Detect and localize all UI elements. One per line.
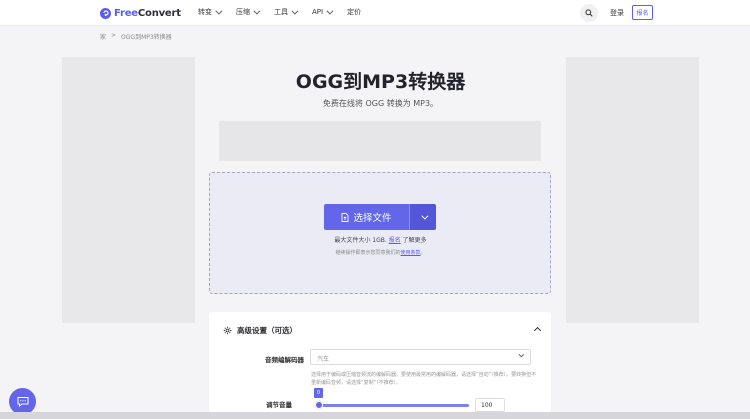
terms-text: 继续操作即表示您同意我们的 [335,250,401,256]
nav-label: 定价 [347,8,362,16]
chevron-down-icon [291,7,299,15]
chevron-down-icon [420,212,428,220]
volume-input[interactable]: 100 [475,398,505,412]
breadcrumb-current: OGG到MP3转换器 [121,34,172,41]
codec-selected-value: 汽车 [317,356,330,363]
logo[interactable]: FreeConvert [100,6,181,20]
nav-convert[interactable]: 转变 [198,7,223,17]
chevron-down-icon [215,7,223,15]
advanced-settings-panel: 高级设置（可选） 音频编解码器 汽车 选择用于编码或压缩音频流的编解码器。要使用… [209,312,551,419]
terms-notice: 继续操作即表示您同意我们的使用条款。 [195,249,566,256]
nav-label: 工具 [274,8,288,16]
limit-suffix: 了解更多 [400,237,427,244]
ad-slot-right [566,57,699,323]
gear-icon [223,326,232,335]
volume-slider-handle[interactable] [315,401,323,409]
advanced-settings-title: 高级设置（可选） [237,326,297,335]
volume-slider-badge: 0 [314,388,323,398]
taskbar [0,412,750,419]
codec-label: 音频编解码器 [265,356,304,364]
choose-file-label: 选择文件 [353,213,392,224]
page-title: OGG到MP3转换器 [295,71,466,93]
login-link[interactable]: 登录 [610,8,624,18]
chevron-down-icon [326,7,334,15]
breadcrumb-home[interactable]: 家 [100,32,106,41]
breadcrumb: 家 > OGG到MP3转换器 [100,32,172,41]
breadcrumb-separator: > [111,32,117,39]
ad-slot-left [62,57,195,323]
choose-file-button[interactable]: 选择文件 [324,204,409,230]
volume-slider-track[interactable] [317,404,469,407]
volume-label: 调节音量 [266,401,292,409]
limit-signup-link[interactable]: 报名 [389,237,401,244]
logo-text: FreeConvert [114,8,181,19]
page-subtitle: 免费在线将 OGG 转换为 MP3。 [322,99,439,108]
choose-file-group: 选择文件 [324,204,436,230]
file-icon [342,212,349,222]
nav-label: API [312,8,324,16]
file-size-limit: 最大文件大小 1GB. 报名 了解更多 [195,235,566,244]
nav-label: 转变 [198,8,212,16]
ad-banner [219,121,541,161]
logo-convert: Convert [137,7,181,19]
search-button[interactable] [580,4,598,22]
chevron-up-icon[interactable] [533,326,542,335]
nav-tools[interactable]: 工具 [274,7,299,17]
chat-icon [17,397,28,407]
terms-suffix: 。 [420,250,426,256]
limit-text: 最大文件大小 1GB. [334,237,387,244]
upload-dropzone[interactable] [209,172,551,294]
nav-pricing[interactable]: 定价 [347,7,361,17]
codec-help-text: 选择用于编码或压缩音频流的编解码器。要使用最常用的编解码器，请选择“自动”（推荐… [311,372,537,386]
codec-select[interactable]: 汽车 [310,349,531,365]
logo-free: Free [114,7,138,19]
logo-icon [100,7,111,19]
search-icon [585,9,593,17]
chat-button[interactable] [9,388,36,415]
nav-compress[interactable]: 压缩 [236,7,261,17]
chevron-down-icon [518,351,525,358]
advanced-settings-header[interactable]: 高级设置（可选） [223,325,297,336]
signup-button[interactable]: 报名 [632,5,653,20]
chevron-down-icon [253,7,261,15]
nav-label: 压缩 [236,8,250,16]
main-nav: 转变 压缩 工具 API 定价 [198,7,361,17]
terms-link[interactable]: 使用条款 [400,250,420,256]
upload-source-dropdown[interactable] [409,204,436,230]
nav-api[interactable]: API [312,7,334,17]
header: FreeConvert 转变 压缩 工具 API 定价 登录 报名 [0,0,750,26]
